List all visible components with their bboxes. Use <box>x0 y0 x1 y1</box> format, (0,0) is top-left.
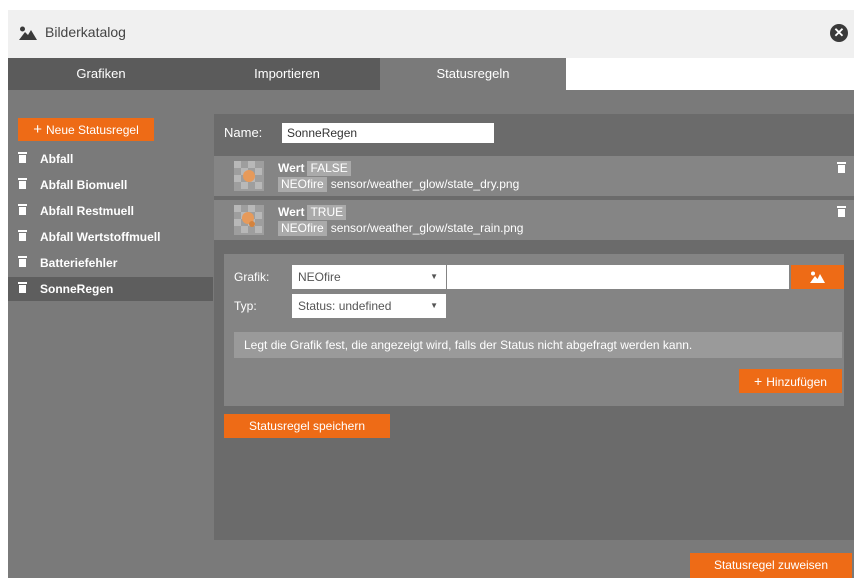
trash-icon <box>18 225 27 249</box>
image-icon <box>810 271 825 283</box>
dialog-window: Bilderkatalog ✕ Grafiken Importieren Sta… <box>8 10 854 578</box>
graphic-path-text: sensor/weather_glow/state_dry.png <box>330 177 520 191</box>
wert-false: Wert FALSE <box>278 161 351 176</box>
sidebar-item-label: Abfall Restmuell <box>40 204 135 218</box>
sidebar-item-abfall-restmuell[interactable]: Abfall Restmuell <box>8 199 213 223</box>
wert-true: Wert TRUE <box>278 205 347 220</box>
typ-select-value: Status: undefined <box>298 299 392 313</box>
image-icon <box>19 26 37 43</box>
sidebar-item-abfall[interactable]: Abfall <box>8 147 213 171</box>
grafik-select[interactable]: NEOfire ▼ <box>292 265 446 289</box>
trash-icon <box>18 147 27 171</box>
sidebar-item-label: Abfall <box>40 152 74 166</box>
tab-bar: Grafiken Importieren Statusregeln <box>8 58 854 90</box>
wert-label: Wert <box>278 205 305 219</box>
chevron-down-icon: ▼ <box>430 272 438 281</box>
trash-icon[interactable] <box>837 205 846 220</box>
plus-icon: + <box>754 373 763 389</box>
sidebar-item-abfall-biomuell[interactable]: Abfall Biomuell <box>8 173 213 197</box>
tab-grafiken[interactable]: Grafiken <box>8 58 194 90</box>
close-button[interactable]: ✕ <box>830 24 848 42</box>
sidebar-item-abfall-wertstoffmuell[interactable]: Abfall Wertstoffmuell <box>8 225 213 249</box>
tab-statusregeln[interactable]: Statusregeln <box>380 58 566 90</box>
add-status-form: Grafik: NEOfire ▼ Typ: Status: undefined… <box>224 254 844 406</box>
add-button-label: Hinzufügen <box>766 375 827 389</box>
graphic-file-input[interactable] <box>447 265 789 289</box>
trash-icon <box>18 199 27 223</box>
chevron-down-icon: ▼ <box>430 301 438 310</box>
wert-value-badge: FALSE <box>307 161 351 176</box>
save-rule-button[interactable]: Statusregel speichern <box>224 414 390 438</box>
name-row: Name: <box>214 114 854 152</box>
wert-value-badge: TRUE <box>307 205 347 220</box>
trash-icon <box>18 277 27 301</box>
trash-icon <box>18 173 27 197</box>
sidebar-item-sonneregen[interactable]: SonneRegen <box>8 277 213 301</box>
graphic-path: NEOfire sensor/weather_glow/state_dry.png <box>278 177 519 192</box>
trash-icon <box>18 251 27 275</box>
name-input[interactable] <box>282 123 494 143</box>
status-row-true: Wert TRUE NEOfire sensor/weather_glow/stat… <box>214 200 854 240</box>
choose-image-button[interactable] <box>791 265 844 289</box>
state-rain-thumbnail <box>234 205 264 235</box>
new-rule-label: Neue Statusregel <box>46 123 139 137</box>
add-button[interactable]: + Hinzufügen <box>739 369 842 393</box>
tab-importieren[interactable]: Importieren <box>194 58 380 90</box>
grafik-label: Grafik: <box>234 270 270 284</box>
sidebar-item-batteriefehler[interactable]: Batteriefehler <box>8 251 213 275</box>
status-row-false: Wert FALSE NEOfire sensor/weather_glow/sta… <box>214 156 854 196</box>
rule-editor: Name: WertFALSE NEOfiresensor/weather_gl… <box>214 114 854 540</box>
title-bar: Bilderkatalog ✕ <box>8 10 854 58</box>
plus-icon: + <box>33 121 43 138</box>
assign-rule-button[interactable]: Statusregel zuweisen <box>690 553 852 578</box>
typ-label: Typ: <box>234 299 257 313</box>
name-label: Name: <box>224 125 263 140</box>
trash-icon[interactable] <box>837 161 846 176</box>
source-badge: NEOfire <box>278 177 327 192</box>
sidebar-item-label: Abfall Wertstoffmuell <box>40 230 161 244</box>
graphic-path: NEOfire sensor/weather_glow/state_rain.pn… <box>278 221 523 236</box>
grafik-select-value: NEOfire <box>298 270 341 284</box>
window-title: Bilderkatalog <box>45 24 126 40</box>
hint-text: Legt die Grafik fest, die angezeigt wird… <box>234 332 842 358</box>
new-rule-button[interactable]: + Neue Statusregel <box>18 118 154 141</box>
state-dry-thumbnail <box>234 161 264 191</box>
graphic-path-text: sensor/weather_glow/state_rain.png <box>330 221 524 235</box>
source-badge: NEOfire <box>278 221 327 236</box>
rule-sidebar: + Neue Statusregel Abfall Abfall Biomuell… <box>8 90 213 578</box>
typ-select[interactable]: Status: undefined ▼ <box>292 294 446 318</box>
sidebar-item-label: Abfall Biomuell <box>40 178 128 192</box>
sidebar-item-label: SonneRegen <box>40 282 114 296</box>
sidebar-item-label: Batteriefehler <box>40 256 118 270</box>
wert-label: Wert <box>278 161 305 175</box>
